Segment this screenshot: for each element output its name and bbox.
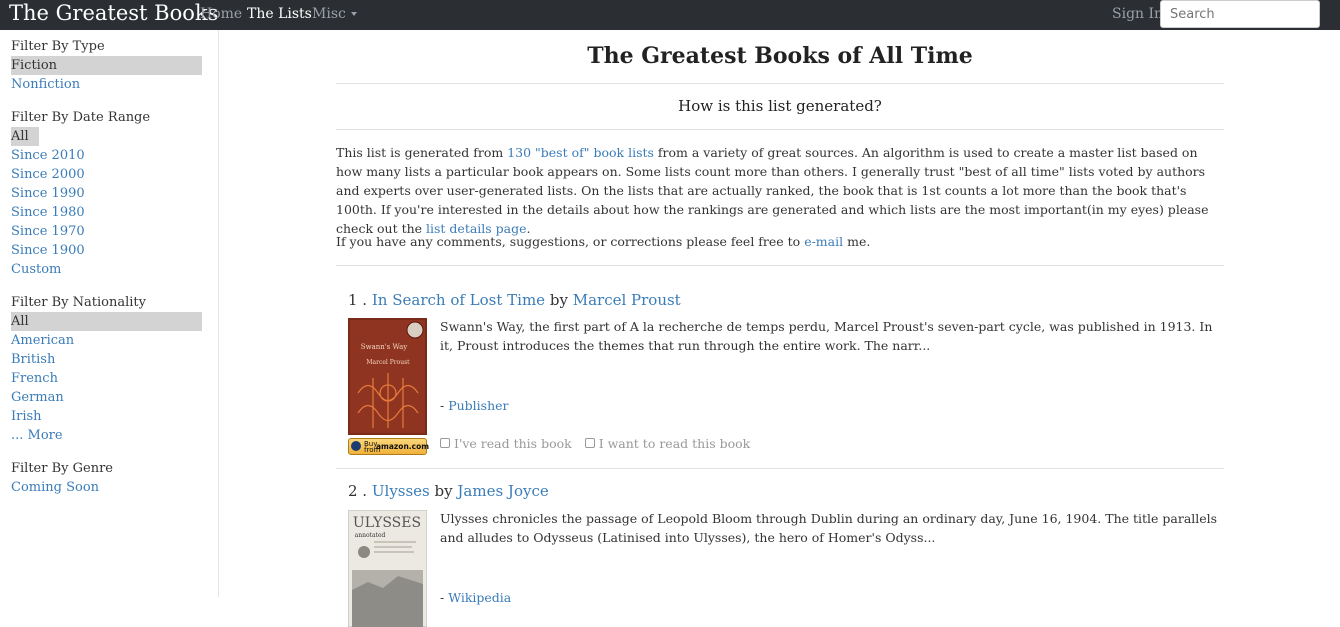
filter-date-since-1900[interactable]: Since 1900: [11, 241, 202, 260]
filter-date-title: Filter By Date Range: [11, 110, 151, 125]
top-navbar: The Greatest Books Home The Lists Misc S…: [0, 0, 1340, 30]
filter-type-group: Filter By Type Fiction Nonfiction: [11, 37, 202, 94]
checkbox-icon: [440, 438, 450, 448]
filter-date-since-1970[interactable]: Since 1970: [11, 222, 202, 241]
contact-paragraph: If you have any comments, suggestions, o…: [336, 232, 1224, 251]
book-by: by: [434, 482, 453, 500]
book-cover-image[interactable]: ULYSSES annotated: [348, 510, 427, 627]
amazon-brand-label: amazon.com: [376, 442, 430, 451]
cover-author: Marcel Proust: [366, 359, 410, 366]
cover-subtitle: annotated: [355, 532, 386, 539]
book-author-link[interactable]: Marcel Proust: [573, 291, 681, 309]
nav-misc-dropdown[interactable]: Misc: [312, 6, 357, 22]
divider: [336, 265, 1224, 266]
filter-date-group: Filter By Date Range All Since 2010 Sinc…: [11, 108, 202, 279]
filter-date-since-2000[interactable]: Since 2000: [11, 165, 202, 184]
source-link[interactable]: Publisher: [448, 398, 508, 413]
chevron-down-icon: [350, 12, 357, 16]
filter-nationality-french[interactable]: French: [11, 369, 202, 388]
search-input[interactable]: [1160, 0, 1320, 28]
read-label: I've read this book: [454, 436, 572, 451]
source-prefix: -: [440, 590, 449, 605]
nav-home[interactable]: Home: [200, 6, 242, 22]
want-to-read-checkbox[interactable]: I want to read this book: [584, 436, 751, 451]
filter-date-custom[interactable]: Custom: [11, 260, 202, 279]
want-label: I want to read this book: [598, 436, 751, 451]
filter-genre-group: Filter By Genre Coming Soon: [11, 459, 202, 497]
filter-nationality-group: Filter By Nationality All American Briti…: [11, 293, 202, 445]
filter-type-nonfiction[interactable]: Nonfiction: [11, 75, 202, 94]
read-checkbox[interactable]: I've read this book: [440, 436, 572, 451]
buy-from-amazon-button[interactable]: Buy from amazon.com: [348, 438, 430, 455]
divider: [336, 468, 1224, 469]
filter-nationality-all[interactable]: All: [11, 312, 202, 331]
filter-date-all[interactable]: All: [11, 127, 39, 146]
cover-title: ULYSSES: [353, 515, 421, 531]
book-title-link[interactable]: In Search of Lost Time: [372, 291, 545, 309]
filter-nationality-more[interactable]: ... More: [11, 426, 202, 445]
filter-date-since-1980[interactable]: Since 1980: [11, 203, 202, 222]
book-description: Swann's Way, the first part of A la rech…: [440, 319, 1213, 353]
book-rank: 1 .: [348, 291, 368, 309]
book-title-link[interactable]: Ulysses: [372, 482, 430, 500]
intro-paragraph: This list is generated from 130 "best of…: [336, 143, 1224, 238]
best-of-lists-link[interactable]: 130 "best of" book lists: [507, 145, 654, 160]
book-cover-image[interactable]: Swann's Way Marcel Proust: [348, 318, 427, 435]
list-generated-heading: How is this list generated?: [678, 97, 882, 115]
cover-title: Swann's Way: [361, 343, 407, 351]
filter-genre-title: Filter By Genre: [11, 461, 113, 476]
filter-nationality-american[interactable]: American: [11, 331, 202, 350]
book-source: - Publisher: [440, 398, 509, 413]
page-title: The Greatest Books of All Time: [587, 43, 973, 69]
checkbox-icon: [584, 438, 595, 448]
sign-in-link[interactable]: Sign In: [1112, 6, 1163, 22]
reading-checkboxes: I've read this book I want to read this …: [440, 436, 750, 451]
filter-nationality-irish[interactable]: Irish: [11, 407, 202, 426]
contact-text: If you have any comments, suggestions, o…: [336, 234, 805, 249]
filter-type-fiction[interactable]: Fiction: [11, 56, 202, 75]
divider: [336, 129, 1224, 130]
filter-nationality-german[interactable]: German: [11, 388, 202, 407]
filter-nationality-british[interactable]: British: [11, 350, 202, 369]
divider: [336, 83, 1224, 84]
amazon-logo-icon: [351, 441, 361, 451]
book-rank: 2 .: [348, 482, 368, 500]
nav-the-lists[interactable]: The Lists: [247, 6, 312, 22]
contact-text: me.: [843, 234, 871, 249]
filter-date-since-1990[interactable]: Since 1990: [11, 184, 202, 203]
brand-logo[interactable]: The Greatest Books: [9, 1, 218, 25]
source-link[interactable]: Wikipedia: [448, 590, 511, 605]
filter-genre-coming-soon[interactable]: Coming Soon: [11, 478, 202, 497]
filter-nationality-title: Filter By Nationality: [11, 295, 146, 310]
filter-date-since-2010[interactable]: Since 2010: [11, 146, 202, 165]
book-description: Ulysses chronicles the passage of Leopol…: [440, 511, 1218, 545]
book-by: by: [549, 291, 568, 309]
book-author-link[interactable]: James Joyce: [457, 482, 548, 500]
book-heading: 2 . Ulysses by James Joyce: [348, 482, 549, 500]
filter-sidebar: Filter By Type Fiction Nonfiction Filter…: [0, 30, 219, 597]
email-link[interactable]: e-mail: [804, 234, 843, 249]
filter-type-title: Filter By Type: [11, 39, 105, 54]
intro-text: This list is generated from: [336, 145, 508, 160]
book-source: - Wikipedia: [440, 590, 511, 605]
nav-misc-label: Misc: [312, 6, 346, 22]
book-heading: 1 . In Search of Lost Time by Marcel Pro…: [348, 291, 681, 309]
source-prefix: -: [440, 398, 449, 413]
